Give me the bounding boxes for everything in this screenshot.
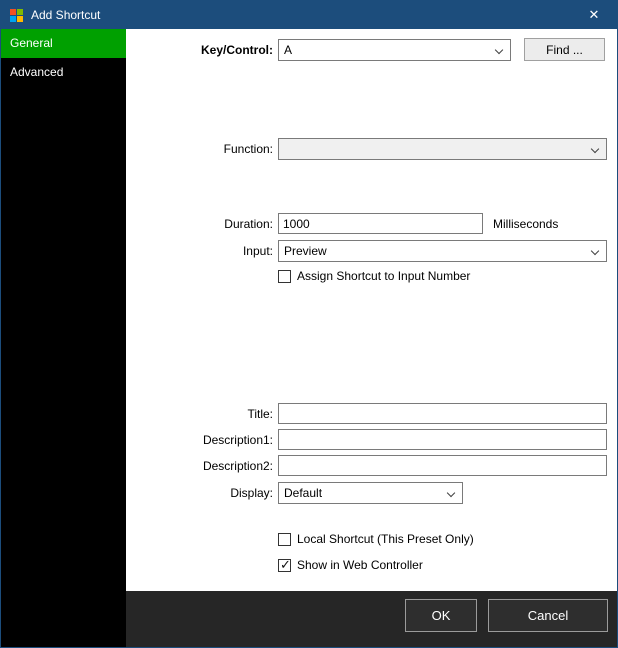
- title-bar: Add Shortcut ✕: [1, 1, 617, 29]
- key-control-value: A: [284, 43, 292, 57]
- duration-units-label: Milliseconds: [493, 217, 558, 231]
- display-value: Default: [284, 486, 322, 500]
- assign-shortcut-checkbox-row[interactable]: Assign Shortcut to Input Number: [278, 269, 470, 283]
- close-icon[interactable]: ✕: [571, 1, 617, 29]
- sidebar-item-general[interactable]: General: [1, 29, 126, 58]
- duration-input[interactable]: [278, 213, 483, 234]
- sidebar-item-advanced[interactable]: Advanced: [1, 58, 126, 87]
- web-controller-checkbox-row[interactable]: Show in Web Controller: [278, 558, 423, 572]
- chevron-down-icon: [495, 46, 503, 54]
- input-label: Input:: [131, 244, 273, 258]
- local-shortcut-checkbox-label: Local Shortcut (This Preset Only): [297, 532, 474, 546]
- description1-input[interactable]: [278, 429, 607, 450]
- add-shortcut-dialog: Add Shortcut ✕ General Advanced Key/Cont…: [0, 0, 618, 648]
- duration-label: Duration:: [131, 217, 273, 231]
- function-select[interactable]: [278, 138, 607, 160]
- description1-label: Description1:: [131, 433, 273, 447]
- title-label: Title:: [131, 407, 273, 421]
- key-control-label: Key/Control:: [131, 43, 273, 57]
- key-control-select[interactable]: A: [278, 39, 511, 61]
- dialog-footer: OK Cancel: [126, 591, 617, 647]
- find-button[interactable]: Find ...: [524, 38, 605, 61]
- input-select[interactable]: Preview: [278, 240, 607, 262]
- description2-input[interactable]: [278, 455, 607, 476]
- display-select[interactable]: Default: [278, 482, 463, 504]
- chevron-down-icon: [591, 247, 599, 255]
- assign-shortcut-checkbox-label: Assign Shortcut to Input Number: [297, 269, 470, 283]
- chevron-down-icon: [591, 145, 599, 153]
- function-label: Function:: [131, 142, 273, 156]
- app-icon: [10, 9, 23, 22]
- local-shortcut-checkbox-row[interactable]: Local Shortcut (This Preset Only): [278, 532, 474, 546]
- local-shortcut-checkbox[interactable]: [278, 533, 291, 546]
- window-title: Add Shortcut: [31, 8, 100, 22]
- sidebar: General Advanced: [1, 29, 126, 647]
- display-label: Display:: [131, 486, 273, 500]
- chevron-down-icon: [447, 489, 455, 497]
- ok-button[interactable]: OK: [405, 599, 477, 632]
- description2-label: Description2:: [131, 459, 273, 473]
- web-controller-checkbox[interactable]: [278, 559, 291, 572]
- general-panel: Key/Control: A Find ... Function: Durati…: [126, 29, 617, 593]
- web-controller-checkbox-label: Show in Web Controller: [297, 558, 423, 572]
- input-value: Preview: [284, 244, 327, 258]
- assign-shortcut-checkbox[interactable]: [278, 270, 291, 283]
- title-input[interactable]: [278, 403, 607, 424]
- cancel-button[interactable]: Cancel: [488, 599, 608, 632]
